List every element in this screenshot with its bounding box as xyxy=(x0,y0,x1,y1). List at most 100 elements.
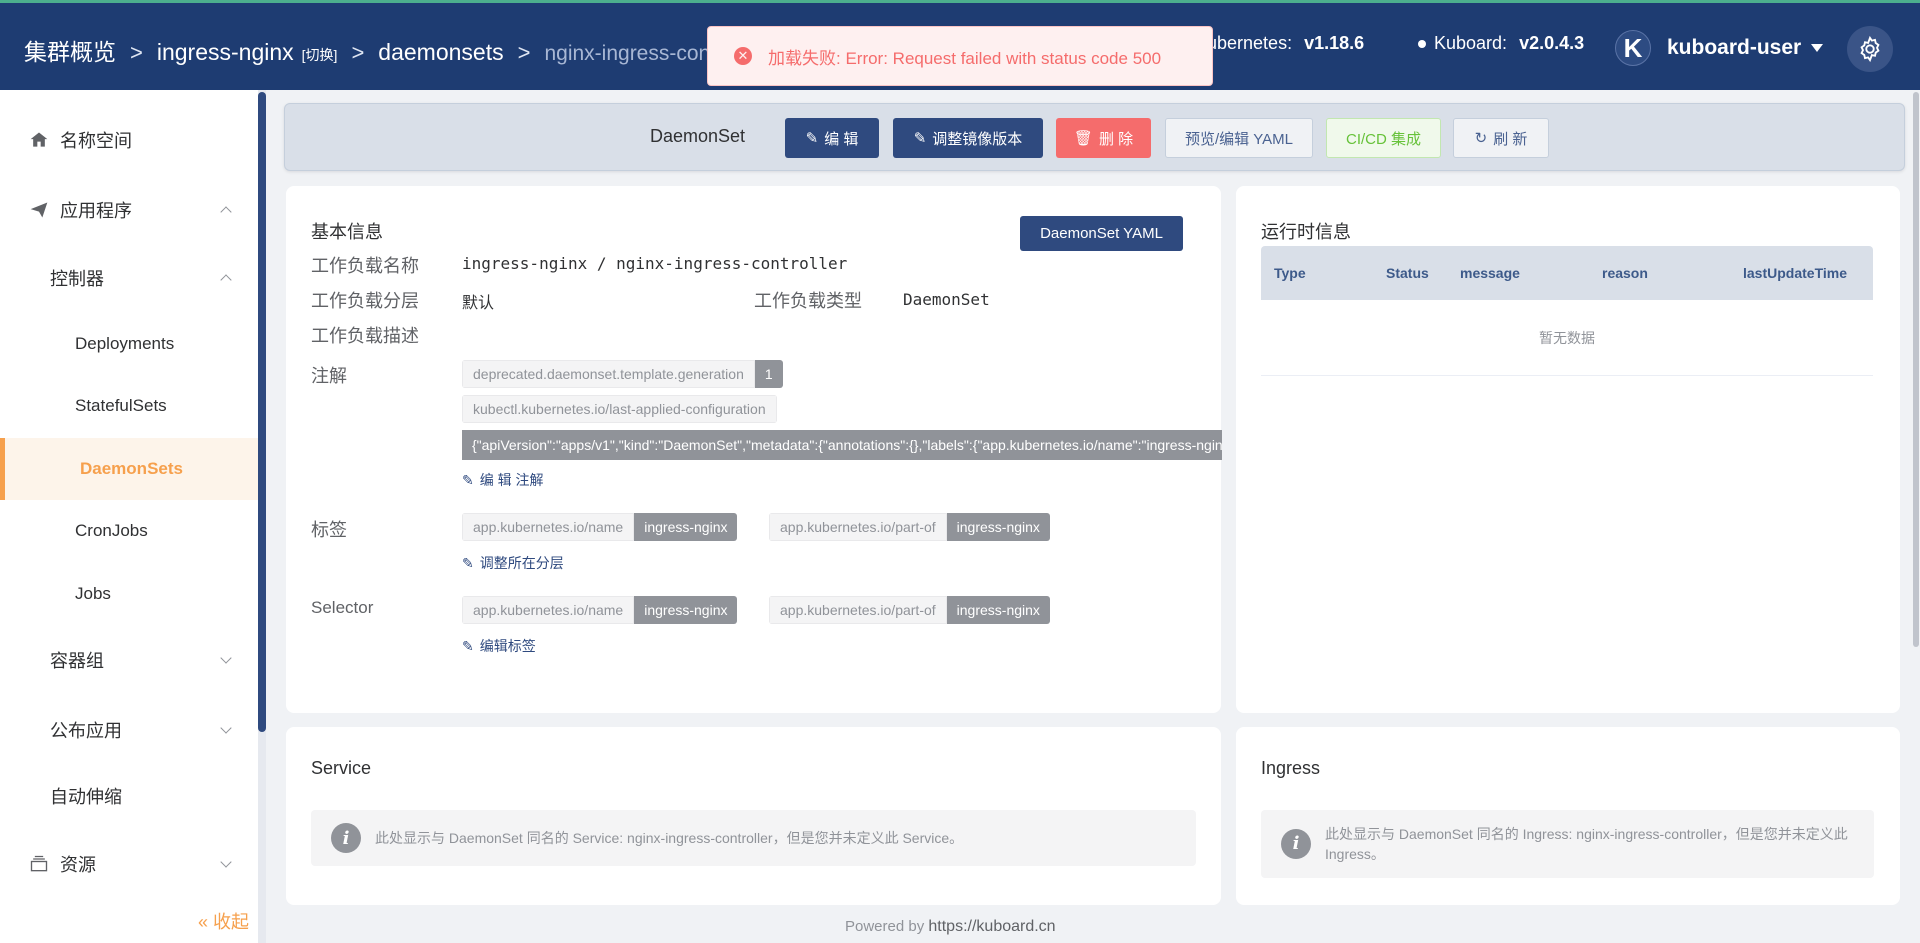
edit-annotations-link[interactable]: ✎ 编 辑 注解 xyxy=(462,470,544,490)
edit-labels-link[interactable]: ✎ 编辑标签 xyxy=(462,636,536,656)
selector-label: Selector xyxy=(311,598,374,617)
gear-icon xyxy=(1860,35,1880,63)
workload-layer-label: 工作负载分层 xyxy=(311,291,419,311)
label-value: ingress-nginx xyxy=(946,513,1050,541)
footer-powered-by: Powered by xyxy=(845,918,925,935)
delete-button[interactable]: 🗑 删 除 xyxy=(1056,118,1151,158)
user-menu[interactable]: K kuboard-user xyxy=(1615,30,1824,66)
workload-type-label: 工作负载类型 xyxy=(754,291,862,311)
chevron-down-icon xyxy=(220,856,232,868)
collapse-sidebar-button[interactable]: « 收起 xyxy=(198,908,249,934)
sidebar-item-label: Jobs xyxy=(75,584,111,603)
scrollbar-thumb[interactable] xyxy=(258,92,266,732)
runtime-table-header: Type Status message reason lastUpdateTim… xyxy=(1261,246,1873,300)
adjust-image-button-label: 调整镜像版本 xyxy=(932,130,1023,148)
sidebar-item-label: Deployments xyxy=(75,334,175,353)
pen-icon: ✎ xyxy=(462,471,474,488)
breadcrumb-daemonsets[interactable]: daemonsets xyxy=(378,39,503,66)
sidebar-item-label: 名称空间 xyxy=(60,131,132,151)
error-circle-icon: ✕ xyxy=(734,47,752,65)
kuboard-label: Kuboard: xyxy=(1434,33,1508,53)
service-info-text: 此处显示与 DaemonSet 同名的 Service: nginx-ingre… xyxy=(375,830,964,846)
column-header-status: Status xyxy=(1386,265,1429,281)
action-toolbar: DaemonSet ✎ 编 辑 ✎ 调整镜像版本 🗑 删 除 预览/编辑 YAML C… xyxy=(284,103,1905,171)
column-header-reason: reason xyxy=(1602,265,1648,281)
footer-link[interactable]: https://kuboard.cn xyxy=(928,918,1055,935)
sidebar-item-deployments[interactable]: Deployments xyxy=(0,316,258,372)
label-key: app.kubernetes.io/part-of xyxy=(769,513,947,541)
chevron-up-icon xyxy=(220,206,232,218)
refresh-button[interactable]: ↻ 刷 新 xyxy=(1453,118,1549,158)
sidebar-item-jobs[interactable]: Jobs xyxy=(0,566,258,622)
adjust-image-button[interactable]: ✎ 调整镜像版本 xyxy=(893,118,1043,158)
adjust-layer-link[interactable]: ✎ 调整所在分层 xyxy=(462,553,564,573)
scrollbar-thumb[interactable] xyxy=(1913,92,1919,647)
adjust-layer-label: 调整所在分层 xyxy=(479,555,564,571)
namespace-switch-link[interactable]: [切换] xyxy=(302,45,338,65)
sidebar-item-label: 公布应用 xyxy=(50,721,122,741)
sidebar-item-namespaces[interactable]: 名称空间 xyxy=(0,112,258,168)
annotation-json-value: {"apiVersion":"apps/v1","kind":"DaemonSe… xyxy=(462,430,1222,460)
sidebar-item-cronjobs[interactable]: CronJobs xyxy=(0,503,258,559)
annotation-tag: deprecated.daemonset.template.generation… xyxy=(462,360,783,388)
daemonset-yaml-button[interactable]: DaemonSet YAML xyxy=(1020,216,1183,251)
service-info-alert: i 此处显示与 DaemonSet 同名的 Service: nginx-ing… xyxy=(311,810,1196,866)
edit-annotations-label: 编 辑 注解 xyxy=(479,472,544,488)
labels-label: 标签 xyxy=(311,520,347,540)
toolbar-title: DaemonSet xyxy=(650,126,746,146)
selector-value: ingress-nginx xyxy=(634,596,738,624)
workload-name-label: 工作负载名称 xyxy=(311,256,419,276)
sidebar-item-label: StatefulSets xyxy=(75,396,167,415)
pen-icon: ✎ xyxy=(462,554,474,571)
workload-name-value: ingress-nginx / nginx-ingress-controller xyxy=(462,254,848,273)
breadcrumb-separator: > xyxy=(130,40,143,65)
kuboard-version: Kuboard: v2.0.4.3 xyxy=(1418,33,1584,54)
sidebar-item-statefulsets[interactable]: StatefulSets xyxy=(0,378,258,434)
sidebar-item-pods[interactable]: 容器组 xyxy=(0,632,258,688)
sidebar-scrollbar[interactable] xyxy=(258,90,266,943)
error-toast: ✕ 加载失败: Error: Request failed with statu… xyxy=(707,26,1213,86)
sidebar-item-label: 自动伸缩 xyxy=(50,787,122,807)
sidebar-item-label: CronJobs xyxy=(75,521,148,540)
edit-button-label: 编 辑 xyxy=(824,130,859,148)
sidebar-item-daemonsets[interactable]: DaemonSets xyxy=(0,438,258,500)
sidebar-item-resources[interactable]: 资源 xyxy=(0,836,258,892)
selector-tag: app.kubernetes.io/name ingress-nginx xyxy=(462,596,738,624)
workload-description-label: 工作负载描述 xyxy=(311,326,419,346)
avatar: K xyxy=(1615,30,1651,66)
sidebar-item-applications[interactable]: 应用程序 xyxy=(0,182,258,238)
delete-button-label: 删 除 xyxy=(1098,130,1134,148)
dot-icon xyxy=(1418,39,1426,48)
kuboard-version-value: v2.0.4.3 xyxy=(1519,33,1585,53)
annotation-tag: kubectl.kubernetes.io/last-applied-confi… xyxy=(462,395,777,423)
breadcrumb-separator: > xyxy=(351,40,365,65)
preview-yaml-button[interactable]: 预览/编辑 YAML xyxy=(1165,118,1313,158)
selector-key: app.kubernetes.io/name xyxy=(462,596,635,624)
runtime-info-title: 运行时信息 xyxy=(1261,222,1351,242)
breadcrumb-separator: > xyxy=(517,40,531,65)
sidebar-item-label: 资源 xyxy=(60,855,96,875)
kubernetes-version: Kubernetes: v1.18.6 xyxy=(1195,33,1364,54)
breadcrumb-cluster-overview[interactable]: 集群概览 xyxy=(24,33,116,67)
sidebar-item-controllers[interactable]: 控制器 xyxy=(0,250,258,306)
main-scrollbar[interactable] xyxy=(1912,90,1920,943)
selector-tag: app.kubernetes.io/part-of ingress-nginx xyxy=(769,596,1050,624)
service-title: Service xyxy=(311,758,372,778)
pen-icon: ✎ xyxy=(913,130,927,147)
edit-icon: ✎ xyxy=(805,130,819,147)
breadcrumb: 集群概览 > ingress-nginx [切换] > daemonsets >… xyxy=(24,33,763,67)
edit-labels-label: 编辑标签 xyxy=(479,638,536,654)
sidebar-item-autoscaling[interactable]: 自动伸缩 xyxy=(0,768,258,824)
breadcrumb-namespace[interactable]: ingress-nginx xyxy=(157,39,294,66)
paper-plane-icon xyxy=(28,199,50,221)
sidebar-item-label: 容器组 xyxy=(50,651,104,671)
settings-button[interactable] xyxy=(1847,26,1893,72)
label-value: ingress-nginx xyxy=(634,513,738,541)
label-key: app.kubernetes.io/name xyxy=(462,513,635,541)
edit-button[interactable]: ✎ 编 辑 xyxy=(785,118,879,158)
sidebar-item-publish[interactable]: 公布应用 xyxy=(0,702,258,758)
selector-value: ingress-nginx xyxy=(946,596,1050,624)
workload-type-value: DaemonSet xyxy=(903,290,990,309)
label-tag: app.kubernetes.io/name ingress-nginx xyxy=(462,513,738,541)
cicd-button[interactable]: CI/CD 集成 xyxy=(1326,118,1441,158)
